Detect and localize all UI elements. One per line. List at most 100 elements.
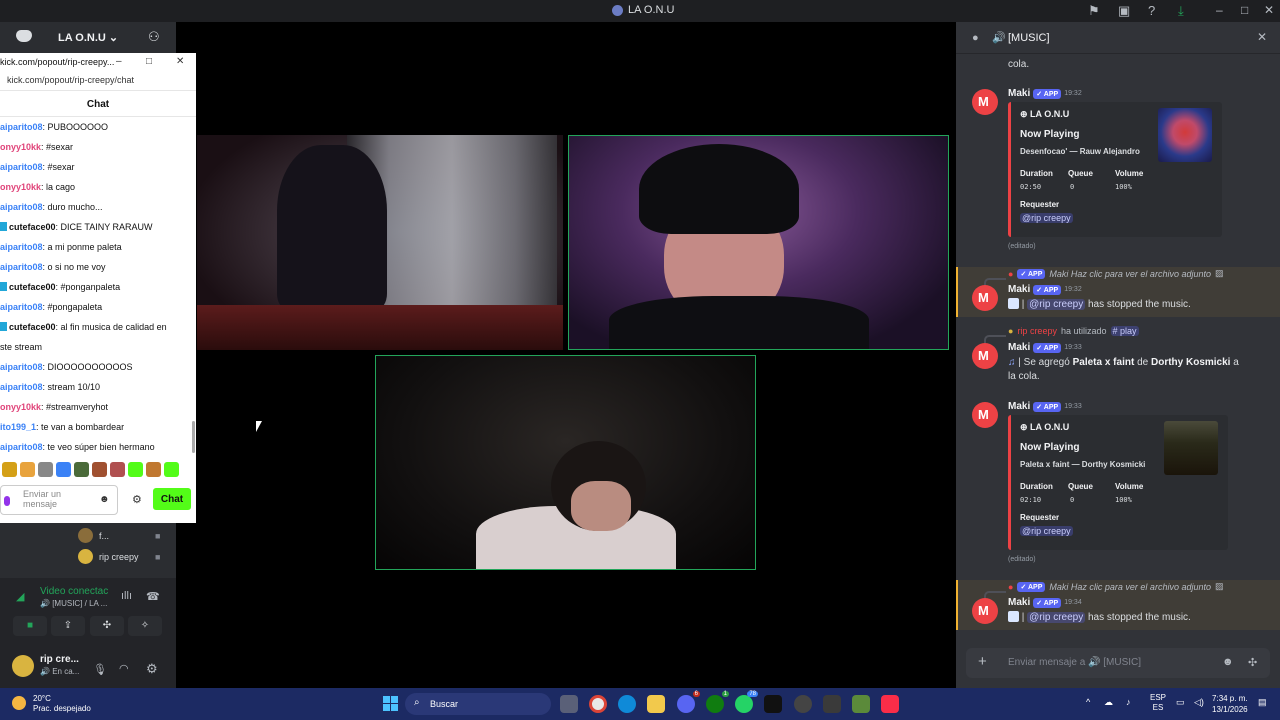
- chat-username[interactable]: aiparito08: [0, 262, 43, 272]
- download-icon[interactable]: ⤓: [1178, 3, 1184, 19]
- close-window-button[interactable]: ✕: [1264, 3, 1274, 17]
- invite-icon[interactable]: ⚇: [148, 29, 160, 45]
- minecraft-icon[interactable]: [852, 695, 870, 713]
- command-mention[interactable]: # play: [1110, 326, 1139, 336]
- tray-expand-icon[interactable]: ^: [1086, 697, 1090, 707]
- chat-username[interactable]: aiparito08: [0, 362, 43, 372]
- soundwave-icon[interactable]: ıllı: [121, 590, 132, 602]
- discord-icon[interactable]: 6: [677, 691, 700, 713]
- chat-message-list[interactable]: aiparito08: PUBOOOOOO onyy10kk: #sexar aip…: [0, 117, 192, 457]
- chat-username[interactable]: cuteface00: [0, 222, 56, 232]
- server-header[interactable]: LA O.N.U ⌄ ⚇: [0, 22, 176, 54]
- minimize-button[interactable]: –: [1216, 3, 1223, 17]
- message-author[interactable]: Maki ✓ APP 19:32: [1008, 284, 1082, 295]
- language-indicator[interactable]: ESP ES: [1150, 693, 1166, 713]
- user-name[interactable]: rip cre...: [40, 654, 79, 665]
- author-name[interactable]: Maki: [1008, 342, 1030, 353]
- popout-close-button[interactable]: ✕: [176, 56, 184, 67]
- reply-preview[interactable]: ● rip creepy ha utilizado # play: [1008, 326, 1139, 336]
- emote-icon[interactable]: [110, 462, 125, 477]
- chat-send-button[interactable]: Chat: [153, 488, 191, 510]
- disconnect-icon[interactable]: ☎: [146, 590, 160, 603]
- author-name[interactable]: Maki: [1008, 284, 1030, 295]
- chat-username[interactable]: aiparito08: [0, 302, 43, 312]
- voice-status[interactable]: Video conectac: [40, 586, 108, 597]
- file-explorer-icon[interactable]: [647, 695, 665, 713]
- popout-url[interactable]: kick.com/popout/rip-creepy/chat: [0, 71, 196, 91]
- clock[interactable]: 7:34 p. m. 13/1/2026: [1212, 693, 1248, 715]
- message-composer[interactable]: + Enviar mensaje a 🔊 [MUSIC] ☻ ✣: [966, 648, 1270, 678]
- chat-username[interactable]: cuteface00: [0, 282, 56, 292]
- message-author[interactable]: Maki ✓ APP 19:33: [1008, 342, 1082, 353]
- chat-username[interactable]: ito199_1: [0, 422, 36, 432]
- chat-username[interactable]: aiparito08: [0, 382, 43, 392]
- chat-input[interactable]: Enviar un mensaje ☻: [0, 485, 118, 515]
- mic-tray-icon[interactable]: ♪: [1126, 697, 1131, 707]
- onedrive-icon[interactable]: ☁: [1104, 697, 1113, 708]
- activities-button[interactable]: ✣: [90, 616, 124, 636]
- network-icon[interactable]: ▭: [1176, 697, 1185, 708]
- emote-icon[interactable]: [20, 462, 35, 477]
- headphones-icon[interactable]: ◠: [119, 662, 129, 675]
- maximize-button[interactable]: □: [1241, 3, 1248, 17]
- soundboard-button[interactable]: ✧: [128, 616, 162, 636]
- reply-preview[interactable]: ● ✓ APP Maki Haz clic para ver el archiv…: [1008, 268, 1224, 279]
- emote-icon[interactable]: [56, 462, 71, 477]
- steam-icon[interactable]: [794, 695, 812, 713]
- chat-settings-icon[interactable]: ⚙: [132, 493, 142, 506]
- mention[interactable]: @rip creepy: [1020, 213, 1073, 223]
- chat-username[interactable]: aiparito08: [0, 202, 43, 212]
- emoji-icon[interactable]: ☻: [99, 495, 110, 505]
- calculator-icon[interactable]: [823, 695, 841, 713]
- xbox-icon[interactable]: 1: [706, 691, 729, 713]
- chat-username[interactable]: aiparito08: [0, 242, 43, 252]
- popout-minimize-button[interactable]: –: [116, 56, 122, 67]
- avatar[interactable]: [12, 655, 34, 677]
- screen-icon[interactable]: ▣: [1118, 3, 1130, 19]
- volume-icon[interactable]: ◁): [1194, 697, 1204, 708]
- chat-username[interactable]: aiparito08: [0, 122, 43, 132]
- emote-icon[interactable]: [146, 462, 161, 477]
- composer-placeholder[interactable]: Enviar mensaje a 🔊 [MUSIC]: [1008, 657, 1141, 668]
- discord-logo-icon[interactable]: [16, 30, 32, 42]
- mention[interactable]: @rip creepy: [1020, 526, 1073, 536]
- emoji-icon[interactable]: ☻: [1222, 656, 1234, 668]
- chat-scrollbar[interactable]: [192, 421, 195, 453]
- chat-username[interactable]: aiparito08: [0, 162, 43, 172]
- avatar[interactable]: [972, 402, 998, 428]
- popout-maximize-button[interactable]: □: [146, 56, 152, 67]
- message-feed[interactable]: cola. Maki ✓ APP 19:32 ⊕ LA O.N.U Now Pl…: [956, 55, 1280, 650]
- message-author[interactable]: Maki ✓ APP 19:33: [1008, 401, 1082, 412]
- edge-icon[interactable]: [618, 695, 636, 713]
- voice-channel[interactable]: 🔊 [MUSIC] / LA ...: [40, 599, 107, 608]
- start-button[interactable]: [383, 696, 398, 711]
- avatar[interactable]: [972, 343, 998, 369]
- requester-mention[interactable]: @rip creepy: [1020, 213, 1073, 223]
- settings-icon[interactable]: ⚙: [146, 661, 158, 677]
- chat-username[interactable]: onyy10kk: [0, 182, 41, 192]
- video-tile-stream[interactable]: [197, 135, 563, 350]
- video-tile-user[interactable]: [375, 355, 756, 570]
- screen-share-button[interactable]: ⇪: [51, 616, 85, 636]
- mic-icon[interactable]: [4, 496, 10, 506]
- weather-widget[interactable]: 20°C Prac. despejado: [33, 694, 91, 714]
- music-app-icon[interactable]: [881, 695, 899, 713]
- chrome-icon[interactable]: [589, 695, 607, 713]
- mention[interactable]: @rip creepy: [1027, 612, 1086, 623]
- voice-user[interactable]: f...: [78, 528, 109, 543]
- video-tile-user[interactable]: [568, 135, 949, 350]
- chat-username[interactable]: onyy10kk: [0, 142, 41, 152]
- server-name[interactable]: LA O.N.U ⌄: [58, 31, 118, 44]
- reply-preview[interactable]: ● ✓ APP Maki Haz clic para ver el archiv…: [1008, 581, 1224, 592]
- message-author[interactable]: Maki ✓ APP 19:32: [1008, 88, 1082, 99]
- avatar[interactable]: [972, 89, 998, 115]
- author-name[interactable]: Maki: [1008, 401, 1030, 412]
- message-author[interactable]: Maki ✓ APP 19:34: [1008, 597, 1082, 608]
- plus-icon[interactable]: +: [978, 653, 987, 670]
- tiktok-icon[interactable]: [764, 695, 782, 713]
- apps-icon[interactable]: ✣: [1248, 656, 1257, 669]
- author-name[interactable]: Maki: [1008, 88, 1030, 99]
- avatar[interactable]: [972, 598, 998, 624]
- emote-icon[interactable]: [164, 462, 179, 477]
- inbox-flag-icon[interactable]: ⚑: [1088, 3, 1100, 19]
